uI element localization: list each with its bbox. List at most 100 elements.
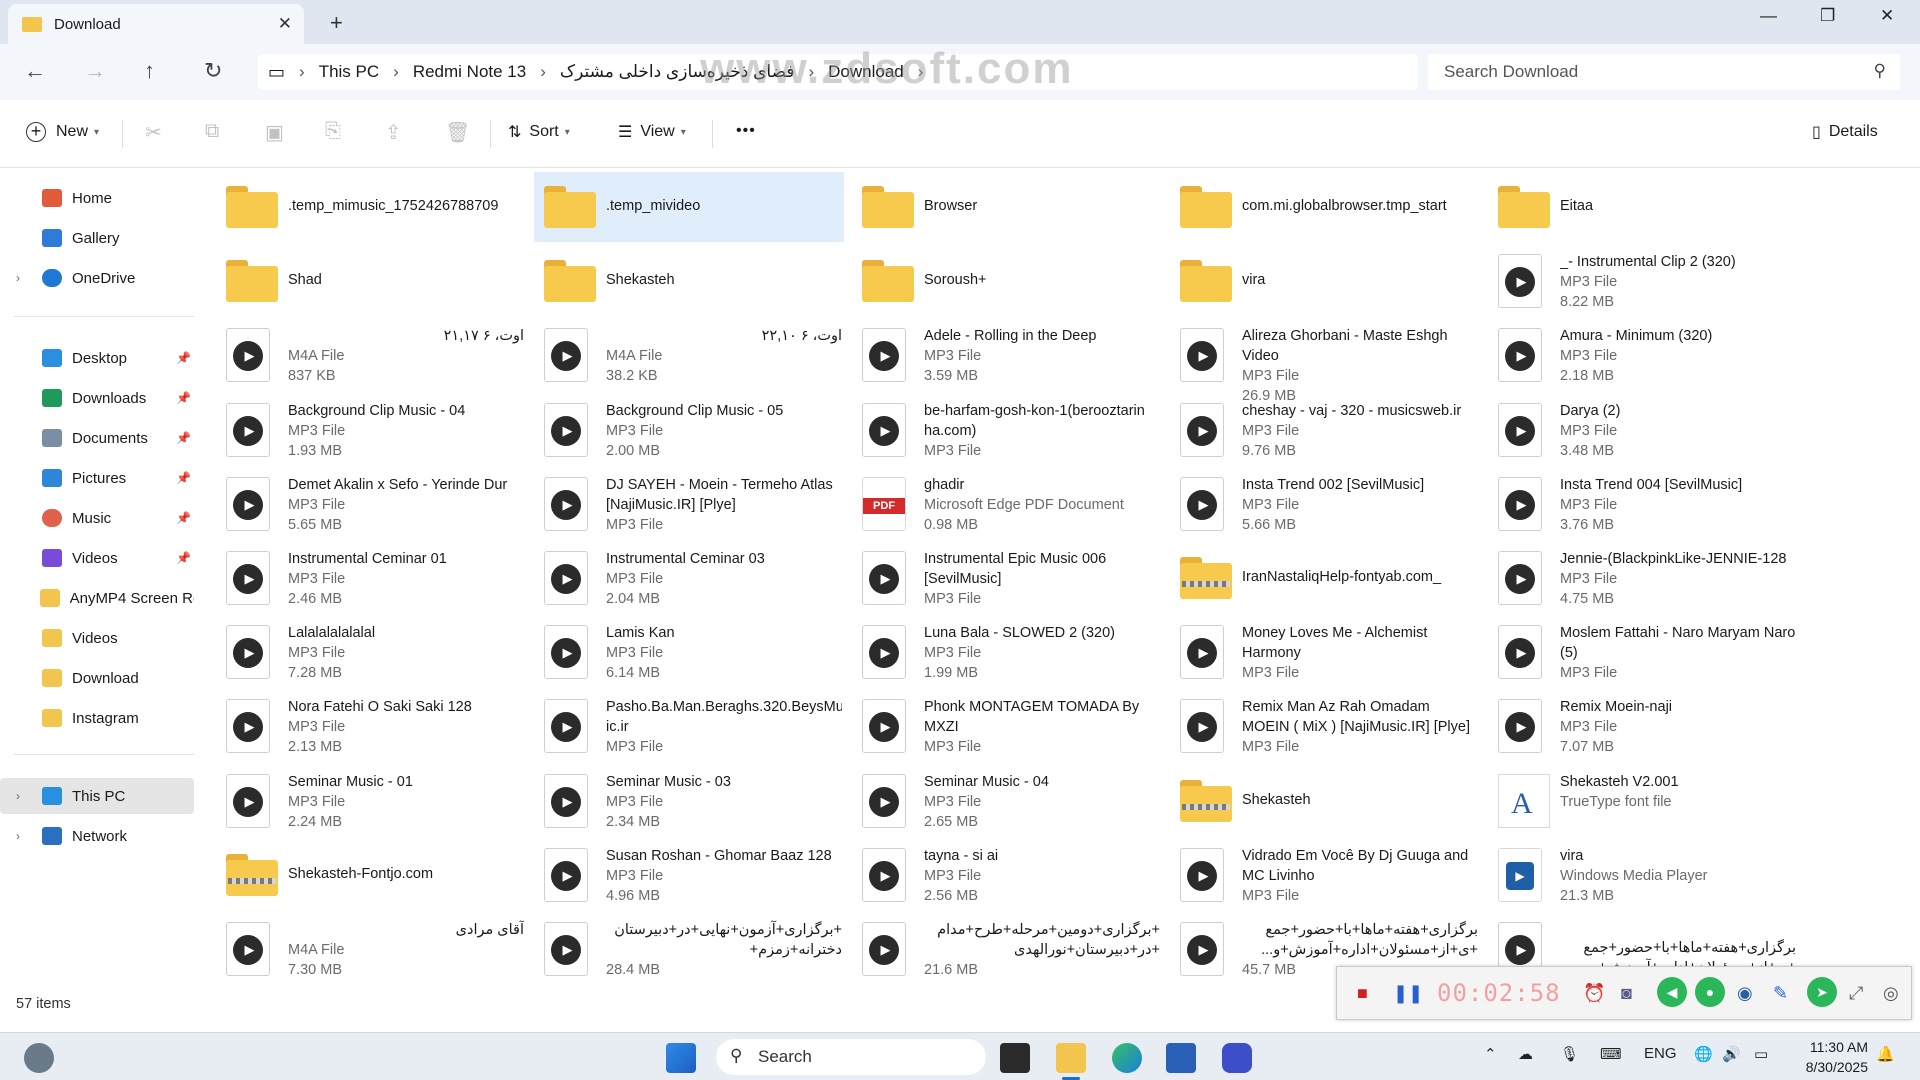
- sidebar-item-this-pc[interactable]: › This PC: [0, 778, 194, 814]
- cursor-icon[interactable]: ➤: [1807, 977, 1837, 1007]
- sidebar-item-documents[interactable]: Documents 📌: [0, 420, 194, 456]
- file-item[interactable]: ▶ Pasho.Ba.Man.Beraghs.320.BeysMus ic.ir M…: [534, 691, 844, 761]
- file-item[interactable]: PDF ghadir Microsoft Edge PDF Document 0.98…: [852, 469, 1162, 539]
- sidebar-item-music[interactable]: Music 📌: [0, 500, 194, 536]
- file-item[interactable]: ▶ cheshay - vaj - 320 - musicsweb.ir MP3 F…: [1170, 395, 1480, 465]
- file-item[interactable]: IranNastaliqHelp-fontyab.com_: [1170, 543, 1480, 613]
- sidebar-item-downloads[interactable]: Downloads 📌: [0, 380, 194, 416]
- start-icon[interactable]: [666, 1043, 696, 1073]
- pause-icon[interactable]: ❚❚: [1393, 983, 1423, 1004]
- file-item[interactable]: A Shekasteh V2.001 TrueType font file: [1488, 766, 1798, 836]
- file-item[interactable]: ▶ Phonk MONTAGEM TOMADA By MXZI MP3 File: [852, 691, 1162, 761]
- notification-bell-icon[interactable]: 🔔: [1876, 1045, 1895, 1063]
- file-item[interactable]: ▶ Demet Akalin x Sefo - Yerinde Dur MP3 Fi…: [216, 469, 526, 539]
- breadcrumb[interactable]: ▭ › This PC › Redmi Note 13 › فضای ذخیره…: [258, 54, 1418, 90]
- file-item[interactable]: ▶ +برگزاری+دومین+مرحله+طرح+مدام +در+دبیرس…: [852, 914, 1162, 984]
- file-item[interactable]: ▶ _- Instrumental Clip 2 (320) MP3 File 8.2…: [1488, 246, 1798, 316]
- file-item[interactable]: ▶ Adele - Rolling in the Deep MP3 File 3.59…: [852, 320, 1162, 390]
- breadcrumb-this-pc[interactable]: This PC: [319, 62, 379, 82]
- new-button[interactable]: + New ▾: [26, 122, 99, 142]
- file-item[interactable]: Shekasteh: [1170, 766, 1480, 836]
- keyboard-icon[interactable]: ⌨: [1600, 1045, 1622, 1063]
- alarm-icon[interactable]: ⏰: [1583, 983, 1605, 1004]
- close-tab-icon[interactable]: ✕: [278, 14, 292, 34]
- chevron-right-icon[interactable]: ›: [16, 789, 20, 803]
- sidebar-item-instagram[interactable]: Instagram: [0, 700, 194, 736]
- network-icon[interactable]: 🌐: [1694, 1045, 1713, 1063]
- chevron-right-icon[interactable]: ›: [16, 829, 20, 843]
- widgets-icon[interactable]: [24, 1043, 54, 1073]
- file-item[interactable]: ▶ be-harfam-gosh-kon-1(berooztarin ha.com…: [852, 395, 1162, 465]
- file-item[interactable]: ▶ اوت، ۶ ۲۱,۱۷ M4A File 837 KB: [216, 320, 526, 390]
- file-item[interactable]: ▶ Vidrado Em Você By Dj Guuga and MC Livi…: [1170, 840, 1480, 910]
- more-options-icon[interactable]: •••: [736, 122, 756, 140]
- file-item[interactable]: ▶ Seminar Music - 04 MP3 File 2.65 MB: [852, 766, 1162, 836]
- language-indicator[interactable]: ENG: [1644, 1045, 1677, 1062]
- microphone-icon[interactable]: ●: [1695, 977, 1725, 1007]
- view-button[interactable]: ☰ View ▾: [618, 122, 686, 142]
- file-item[interactable]: ▶ Background Clip Music - 04 MP3 File 1.93 …: [216, 395, 526, 465]
- fullscreen-icon[interactable]: ⤢: [1849, 983, 1863, 1004]
- sidebar-item-download-folder[interactable]: Download: [0, 660, 194, 696]
- pen-icon[interactable]: ✎: [1773, 983, 1788, 1004]
- cloud-offline-icon[interactable]: ☁: [1518, 1045, 1533, 1063]
- back-button[interactable]: ←: [24, 58, 46, 84]
- search-input[interactable]: Search Download ⚲: [1428, 54, 1900, 90]
- file-item[interactable]: ▶ Instrumental Epic Music 006 [SevilMusic…: [852, 543, 1162, 613]
- file-item[interactable]: Shekasteh-Fontjo.com: [216, 840, 526, 910]
- eye-icon[interactable]: ◎: [1883, 983, 1899, 1004]
- new-tab-button[interactable]: +: [330, 10, 343, 36]
- breadcrumb-redmi-note-13[interactable]: Redmi Note 13: [413, 62, 526, 82]
- file-item[interactable]: ▶ Alireza Ghorbani - Maste Eshgh Video MP3…: [1170, 320, 1480, 404]
- file-item[interactable]: ▶ Remix Man Az Rah Omadam MOEIN ( MiX ) […: [1170, 691, 1480, 761]
- file-item[interactable]: ▶ Nora Fatehi O Saki Saki 128 MP3 File 2.13…: [216, 691, 526, 761]
- breadcrumb-internal-storage[interactable]: فضای ذخیره‌سازی داخلی مشترک: [560, 62, 795, 82]
- rename-icon[interactable]: ⎘: [325, 120, 341, 143]
- file-item[interactable]: ▶ Insta Trend 004 [SevilMusic] MP3 File 3.7…: [1488, 469, 1798, 539]
- copy-icon[interactable]: ⧉: [205, 120, 219, 143]
- cut-icon[interactable]: ✂: [145, 120, 162, 145]
- file-item[interactable]: ▶ Susan Roshan - Ghomar Baaz 128 MP3 File 4…: [534, 840, 844, 910]
- file-item[interactable]: Eitaa: [1488, 172, 1798, 242]
- clock[interactable]: 11:30 AM 8/30/2025: [1800, 1037, 1868, 1077]
- store-icon[interactable]: [1166, 1043, 1196, 1073]
- details-button[interactable]: ▯ Details: [1812, 122, 1878, 142]
- file-item[interactable]: ▶ Lamis Kan MP3 File 6.14 MB: [534, 617, 844, 687]
- file-item[interactable]: ▶ Darya (2) MP3 File 3.48 MB: [1488, 395, 1798, 465]
- sidebar-item-videos[interactable]: Videos 📌: [0, 540, 194, 576]
- sort-button[interactable]: ⇅ Sort ▾: [508, 122, 570, 142]
- file-item[interactable]: ▶ Instrumental Ceminar 01 MP3 File 2.46 MB: [216, 543, 526, 613]
- speaker-icon[interactable]: ◀: [1657, 977, 1687, 1007]
- volume-icon[interactable]: 🔊: [1722, 1045, 1741, 1063]
- sidebar-item-home[interactable]: Home: [0, 180, 194, 216]
- forward-button[interactable]: →: [84, 58, 106, 84]
- file-item[interactable]: Shad: [216, 246, 526, 316]
- file-item[interactable]: com.mi.globalbrowser.tmp_start: [1170, 172, 1480, 242]
- close-window-button[interactable]: ✕: [1880, 6, 1894, 26]
- microphone-tray-icon[interactable]: 🎙: [1560, 1045, 1579, 1063]
- sidebar-item-desktop[interactable]: Desktop 📌: [0, 340, 194, 376]
- file-item[interactable]: ▶ Insta Trend 002 [SevilMusic] MP3 File 5.6…: [1170, 469, 1480, 539]
- up-button[interactable]: ↑: [144, 58, 155, 84]
- file-item[interactable]: .temp_mimusic_1752426788709: [216, 172, 526, 242]
- stop-icon[interactable]: ■: [1357, 983, 1368, 1004]
- file-item[interactable]: ▶ Amura - Minimum (320) MP3 File 2.18 MB: [1488, 320, 1798, 390]
- chevron-up-icon[interactable]: ⌃: [1484, 1045, 1497, 1063]
- maximize-button[interactable]: ❐: [1820, 6, 1835, 26]
- share-icon[interactable]: ⇪: [385, 120, 402, 145]
- sidebar-item-anymp4[interactable]: AnyMP4 Screen Rec: [0, 580, 194, 616]
- sidebar-item-network[interactable]: › Network: [0, 818, 194, 854]
- sidebar-item-onedrive[interactable]: › OneDrive: [0, 260, 194, 296]
- file-item[interactable]: ▶ tayna - si ai MP3 File 2.56 MB: [852, 840, 1162, 910]
- refresh-button[interactable]: ↻: [204, 58, 222, 84]
- task-view-icon[interactable]: [1000, 1043, 1030, 1073]
- file-item[interactable]: ▶ Lalalalalalalal MP3 File 7.28 MB: [216, 617, 526, 687]
- file-explorer-icon[interactable]: [1056, 1043, 1086, 1073]
- recorder-app-icon[interactable]: [1222, 1043, 1252, 1073]
- file-item[interactable]: Browser: [852, 172, 1162, 242]
- file-item[interactable]: .temp_mivideo: [534, 172, 844, 242]
- battery-icon[interactable]: ▭: [1754, 1045, 1768, 1063]
- file-item[interactable]: ▶ Jennie-(BlackpinkLike-JENNIE-128 MP3 Fil…: [1488, 543, 1798, 613]
- file-item[interactable]: ▶ Moslem Fattahi - Naro Maryam Naro (5) MP…: [1488, 617, 1798, 687]
- paste-icon[interactable]: ▣: [265, 120, 284, 145]
